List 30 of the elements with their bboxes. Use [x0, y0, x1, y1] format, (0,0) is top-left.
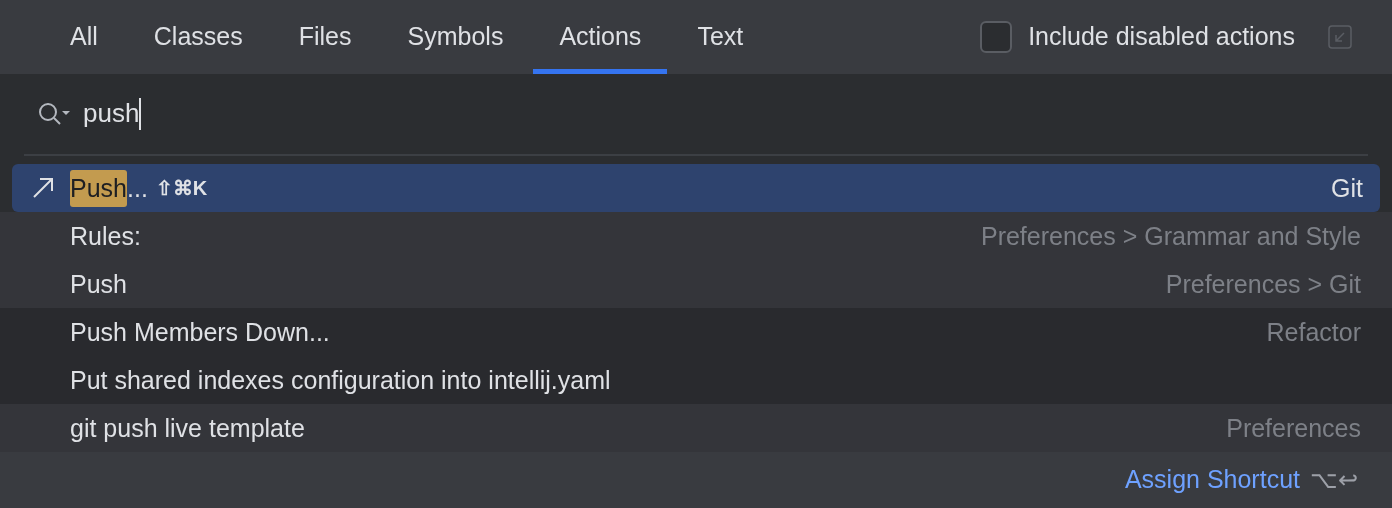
collapse-icon[interactable] [1328, 24, 1352, 49]
checkbox[interactable] [980, 20, 1013, 53]
result-row[interactable]: Push Preferences > Git [0, 260, 1392, 309]
result-label: Push Members Down... [70, 316, 330, 348]
result-label: git push live template [70, 412, 305, 444]
result-row[interactable]: Rules: Preferences > Grammar and Style [0, 212, 1392, 261]
checkbox-label[interactable]: Include disabled actions [1028, 18, 1295, 56]
assign-shortcut-link[interactable]: Assign Shortcut [1124, 461, 1300, 499]
shortcut: ⇧⌘K [155, 176, 208, 202]
shortcut-hint: ⌥↩ [1310, 465, 1358, 496]
result-location: Preferences [1226, 412, 1361, 444]
tab[interactable]: Classes [127, 0, 269, 74]
result-label: Rules: [70, 220, 141, 252]
search-icon[interactable] [37, 100, 71, 127]
result-row[interactable]: Push... ⇧⌘K Git [12, 164, 1380, 213]
result-row[interactable]: git push live template Preferences [0, 404, 1392, 453]
tab[interactable]: Text [671, 0, 770, 74]
tab[interactable]: All [44, 0, 124, 74]
result-label: Push [70, 268, 127, 300]
tab[interactable]: Actions [533, 0, 668, 74]
result-location: Refactor [1266, 316, 1361, 348]
arrow-icon [32, 177, 54, 200]
result-location: Preferences > Grammar and Style [980, 220, 1361, 252]
tab[interactable]: Symbols [381, 0, 530, 74]
result-label: Push... [70, 169, 148, 207]
result-location: Preferences > Git [1165, 268, 1361, 300]
tab[interactable]: Files [272, 0, 378, 74]
result-label: Put shared indexes configuration into intellij.yaml [70, 364, 611, 396]
search-field[interactable]: push [83, 94, 142, 134]
result-location: Git [1331, 172, 1363, 204]
